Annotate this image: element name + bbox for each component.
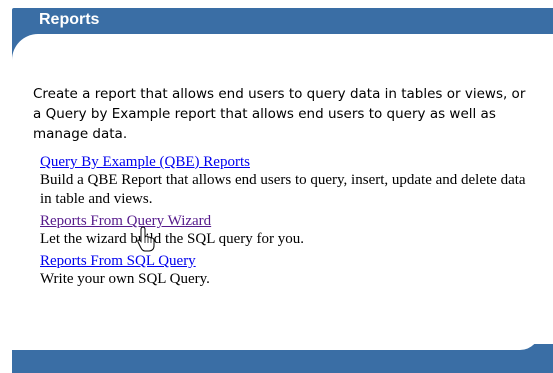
- sql-query-link[interactable]: Reports From SQL Query: [40, 252, 540, 270]
- report-type-list: Query By Example (QBE) Reports Build a Q…: [40, 153, 540, 292]
- sql-query-description: Write your own SQL Query.: [40, 271, 210, 287]
- header-curve-decoration: [12, 34, 553, 64]
- hand-pointer-icon: [137, 226, 155, 252]
- page-title: Reports: [39, 11, 100, 28]
- list-item-qbe: Query By Example (QBE) Reports Build a Q…: [40, 153, 540, 209]
- query-wizard-description: Let the wizard build the SQL query for y…: [40, 231, 304, 247]
- reports-panel: Reports Create a report that allows end …: [0, 0, 553, 373]
- list-item-sql-query: Reports From SQL Query Write your own SQ…: [40, 252, 540, 289]
- footer-curve-decoration: [0, 330, 540, 350]
- qbe-reports-link[interactable]: Query By Example (QBE) Reports: [40, 153, 540, 171]
- query-wizard-link[interactable]: Reports From Query Wizard: [40, 212, 540, 230]
- list-item-query-wizard: Reports From Query Wizard Let the wizard…: [40, 212, 540, 249]
- intro-text: Create a report that allows end users to…: [33, 86, 526, 142]
- qbe-reports-description: Build a QBE Report that allows end users…: [40, 172, 526, 207]
